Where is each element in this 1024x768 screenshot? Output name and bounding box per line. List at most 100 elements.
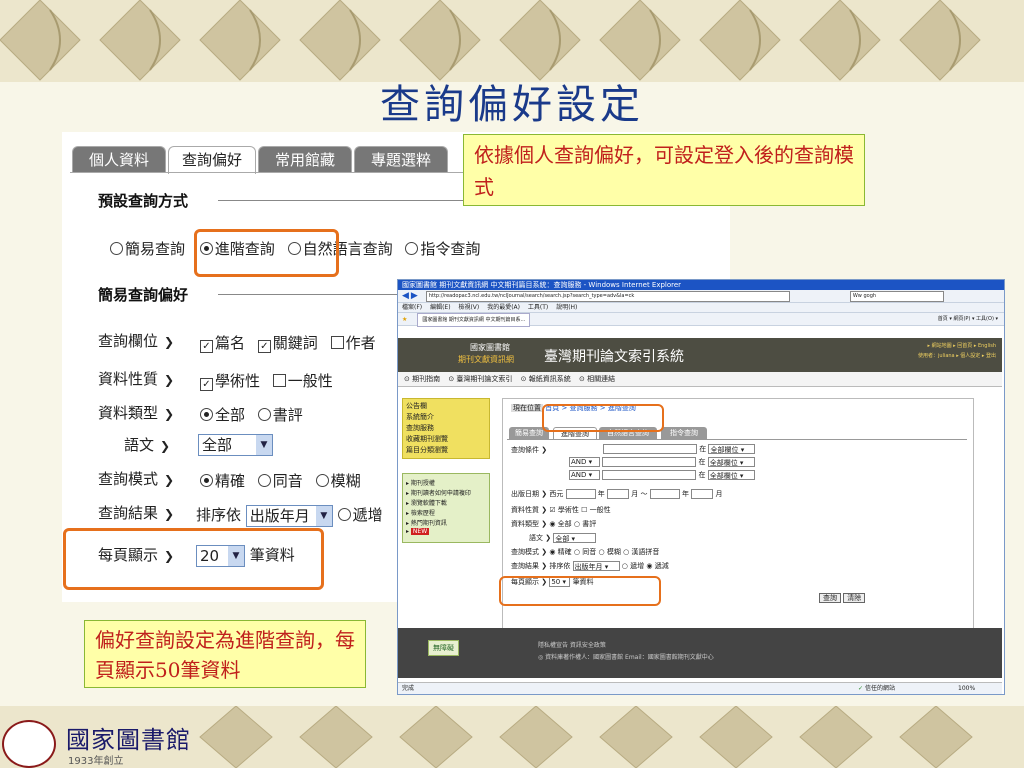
side-link[interactable]: ▸ 期刊授權 — [406, 478, 486, 488]
checkbox-academic[interactable]: ✓ 學術性 — [200, 372, 260, 391]
org-subname: 期刊文獻資訊網 — [458, 355, 514, 364]
side-menu-item[interactable]: 系統簡介 — [406, 412, 486, 423]
lang-select-mini[interactable]: 全部 ▾ — [553, 533, 597, 543]
keyword-input-2[interactable] — [602, 457, 697, 467]
decorative-top-band — [0, 0, 1024, 82]
forward-icon[interactable]: ▶ — [411, 290, 418, 302]
radio-ascending[interactable]: 遞增 — [337, 506, 383, 524]
nav-newspaper[interactable]: ⊙ 報紙資訊系統 — [521, 375, 571, 383]
field-select-3[interactable]: 全部欄位 ▾ — [707, 470, 755, 480]
radio-simple-search[interactable]: 簡易查詢 — [110, 240, 185, 258]
sort-select-mini[interactable]: 出版年月 ▾ — [572, 561, 620, 571]
trusted-zone: ✓ 信任的網站 — [858, 685, 895, 692]
sort-select[interactable]: 出版年月 ▼ — [245, 504, 333, 527]
bool-select-2[interactable]: AND ▾ — [569, 470, 600, 480]
checkbox-keyword[interactable]: ✓ 關鍵詞 — [257, 334, 318, 353]
browser-tab[interactable]: 國家圖書館 期刊文獻資訊網 中文期刊篇目系... — [417, 313, 531, 327]
radio-asc-mini[interactable]: ○ 遞增 — [622, 562, 644, 570]
back-icon[interactable]: ◀ — [402, 290, 409, 302]
side-link[interactable]: ▸ 期刊讀者如何申請複印 — [406, 488, 486, 498]
side-menu-item[interactable]: 公告欄 — [406, 401, 486, 412]
radio-all-mini[interactable]: ◉ 全部 — [549, 520, 571, 528]
tab-personal-info[interactable]: 個人資料 — [72, 146, 166, 173]
side-link[interactable]: ▸ 瀏覽軟體下載 — [406, 498, 486, 508]
nature-label: 資料性質 ❯ — [98, 370, 175, 388]
logo-emblem-icon — [2, 720, 56, 768]
radio-fuzzy-mini[interactable]: ○ 模糊 — [598, 548, 620, 556]
year-to-input[interactable] — [649, 489, 680, 499]
radio-mode-exact[interactable]: 精確 — [200, 472, 245, 490]
menu-help[interactable]: 說明(H) — [556, 304, 577, 311]
nav-related-links[interactable]: ⊙ 相關連結 — [579, 375, 615, 383]
logo-name: 國家圖書館 — [66, 726, 191, 754]
side-new-link[interactable]: ▸ NEW — [406, 528, 486, 538]
radio-type-review[interactable]: 書評 — [257, 406, 303, 424]
menu-edit[interactable]: 編輯(E) — [430, 304, 450, 311]
menu-file[interactable]: 檔案(F) — [402, 304, 422, 311]
menu-view[interactable]: 檢視(V) — [458, 304, 479, 311]
language-select[interactable]: 全部 ▼ — [198, 434, 273, 456]
tab-bar: ★ 國家圖書館 期刊文獻資訊網 中文期刊篇目系... 首頁 ▾ 網頁(P) ▾ … — [398, 313, 1004, 327]
month-to-input[interactable] — [691, 489, 714, 499]
field-select-1[interactable]: 全部欄位 ▾ — [708, 444, 756, 454]
zoom-level[interactable]: 100% — [958, 683, 975, 694]
search-input[interactable]: Ww gogh — [849, 290, 944, 302]
browser-titlebar: 國家圖書館 期刊文獻資訊網 中文期刊篇目系統：查詢服務 - Windows In… — [398, 280, 1004, 290]
field-select-2[interactable]: 全部欄位 ▾ — [707, 457, 755, 467]
side-link[interactable]: ▸ 檢索歷程 — [406, 508, 486, 518]
radio-exact-mini[interactable]: ◉ 精確 — [549, 548, 571, 556]
year-from-input[interactable] — [565, 489, 596, 499]
tab-command[interactable]: 指令查詢 — [661, 427, 707, 439]
checkbox-author[interactable]: 作者 — [330, 334, 376, 352]
tab-topic-selection[interactable]: 專題選粹 — [354, 146, 448, 173]
checkbox-general-mini[interactable]: ☐ 一般性 — [581, 506, 611, 514]
address-input[interactable]: http://readopac3.ncl.edu.tw/nclJournal/s… — [425, 290, 790, 302]
side-menu-item[interactable]: 篇目分類瀏覽 — [406, 445, 486, 456]
highlight-advanced-search — [194, 229, 339, 277]
side-menu-item[interactable]: 收藏期刊瀏覽 — [406, 434, 486, 445]
radio-homophone-mini[interactable]: ○ 同音 — [574, 548, 596, 556]
address-bar-row: ◀ ▶ http://readopac3.ncl.edu.tw/nclJourn… — [398, 290, 1004, 303]
side-menu: 公告欄 系統簡介 查詢服務 收藏期刊瀏覽 篇目分類瀏覽 ▸ 期刊授權 ▸ 期刊讀… — [398, 396, 494, 543]
nav-taiwan-index[interactable]: ⊙ 臺灣期刊論文索引 — [448, 375, 512, 383]
clear-button[interactable]: 清除 — [843, 593, 866, 603]
radio-mode-fuzzy[interactable]: 模糊 — [315, 472, 361, 490]
checkbox-general[interactable]: 一般性 — [272, 372, 333, 390]
bool-select-1[interactable]: AND ▾ — [569, 457, 600, 467]
side-link[interactable]: ▸ 熱門期刊資訊 — [406, 518, 486, 528]
banner-links[interactable]: ▸ 網站地圖 ▸ 回首頁 ▸ English — [927, 342, 996, 349]
keyword-input-1[interactable] — [603, 444, 697, 454]
lang-row: 語文 ❯ 全部 ▾ — [529, 533, 597, 543]
tab-favorite-collections[interactable]: 常用館藏 — [258, 146, 352, 173]
search-button[interactable]: 查詢 — [819, 593, 841, 603]
keyword-input-3[interactable] — [602, 470, 697, 480]
checkbox-academic-mini[interactable]: ☑ 學術性 — [549, 506, 579, 514]
library-logo: 國家圖書館 1933年創立 — [0, 716, 204, 768]
accessibility-badge[interactable]: 無障礙 — [428, 640, 459, 656]
banner-user[interactable]: 使用者：juliana ▸ 個人設定 ▸ 登出 — [918, 352, 996, 359]
nav-journal-guide[interactable]: ⊙ 期刊指南 — [404, 375, 440, 383]
radio-mode-homophone[interactable]: 同音 — [257, 472, 303, 490]
chevron-down-icon: ▼ — [256, 435, 272, 455]
section-default-search: 預設查詢方式 — [98, 192, 189, 210]
footer-links[interactable]: 隱私權宣告 資訊安全政策 — [538, 640, 606, 649]
toolbar-right[interactable]: 首頁 ▾ 網頁(P) ▾ 工具(O) ▾ — [938, 313, 998, 325]
menu-tools[interactable]: 工具(T) — [528, 304, 548, 311]
callout-advanced-note: 偏好查詢設定為進階查詢，每頁顯示50筆資料 — [84, 620, 366, 688]
radio-desc-mini[interactable]: ◉ 遞減 — [646, 562, 668, 570]
star-icon[interactable]: ★ — [402, 316, 407, 323]
fields-options: ✓ 篇名 ✓ 關鍵詞 作者 — [200, 332, 376, 353]
checkbox-title[interactable]: ✓ 篇名 — [200, 334, 245, 353]
radio-pinyin-mini[interactable]: ○ 漢語拼音 — [623, 548, 659, 556]
date-row: 出版日期 ❯ 西元 年 月 ～ 年 月 — [511, 489, 723, 499]
radio-type-all[interactable]: 全部 — [200, 406, 245, 424]
logo-year: 1933年創立 — [68, 756, 124, 767]
menu-favorites[interactable]: 我的最愛(A) — [487, 304, 520, 311]
radio-review-mini[interactable]: ○ 書評 — [574, 520, 596, 528]
month-from-input[interactable] — [607, 489, 630, 499]
type-row: 資料類型 ❯ ◉ 全部 ○ 書評 — [511, 520, 597, 528]
side-menu-item[interactable]: 查詢服務 — [406, 423, 486, 434]
tab-search-preference[interactable]: 查詢偏好 — [168, 146, 256, 174]
radio-command-search[interactable]: 指令查詢 — [405, 240, 480, 258]
site-nav: ⊙ 期刊指南 ⊙ 臺灣期刊論文索引 ⊙ 報紙資訊系統 ⊙ 相關連結 — [398, 372, 1002, 387]
